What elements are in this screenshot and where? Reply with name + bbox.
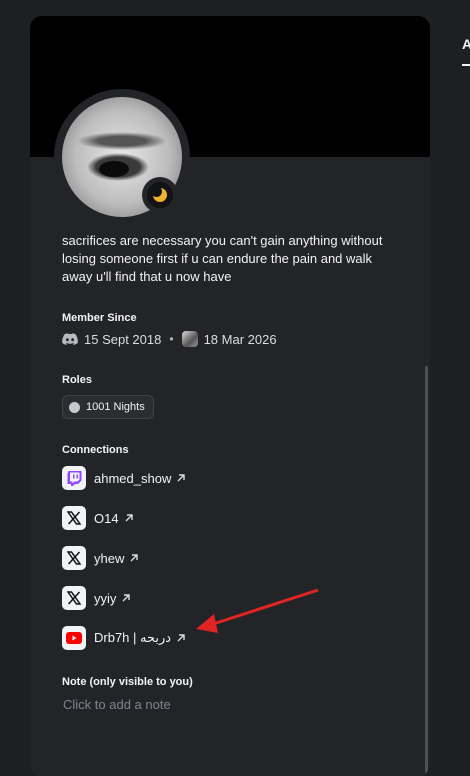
x-icon — [62, 546, 86, 570]
profile-panel: sacrifices are necessary you can't gain … — [30, 16, 430, 776]
member-since-title: Member Since — [62, 312, 137, 324]
profile-bio: sacrifices are necessary you can't gain … — [62, 233, 383, 284]
note-input[interactable]: Click to add a note — [63, 697, 171, 712]
side-tab[interactable]: A — [462, 36, 470, 52]
external-link-icon — [175, 472, 187, 484]
external-link-icon — [123, 512, 135, 524]
connection-x[interactable]: O14 — [62, 506, 135, 530]
x-icon — [62, 586, 86, 610]
twitch-icon — [62, 466, 86, 490]
member-since-row: 15 Sept 2018 • 18 Mar 2026 — [62, 331, 277, 347]
server-icon — [181, 331, 198, 347]
server-member-date: 18 Mar 2026 — [203, 331, 277, 347]
connection-name: ahmed_show — [94, 470, 172, 486]
separator-dot: • — [169, 332, 174, 346]
external-link-icon — [120, 592, 132, 604]
role-chip[interactable]: 1001 Nights — [62, 395, 154, 419]
x-icon — [62, 506, 86, 530]
role-color-dot — [69, 401, 80, 413]
avatar-ring — [54, 89, 190, 225]
status-indicator — [142, 177, 178, 213]
connection-x[interactable]: yhew — [62, 546, 140, 570]
side-tab-underline — [462, 64, 470, 66]
connection-name: yhew — [94, 550, 125, 566]
note-title: Note (only visible to you) — [62, 676, 193, 688]
connections-title: Connections — [62, 444, 129, 456]
idle-moon-icon — [151, 186, 167, 202]
roles-title: Roles — [62, 374, 92, 386]
connection-name: Drb7h | دربحه — [94, 630, 172, 645]
youtube-icon — [62, 626, 86, 650]
discord-member-date: 15 Sept 2018 — [84, 331, 162, 347]
connection-name: yyiy — [94, 590, 117, 606]
external-link-icon — [128, 552, 140, 564]
scrollbar[interactable] — [425, 366, 428, 776]
connection-twitch[interactable]: ahmed_show — [62, 466, 187, 490]
connection-x[interactable]: yyiy — [62, 586, 132, 610]
connection-name: O14 — [94, 510, 119, 526]
discord-icon — [62, 332, 78, 345]
external-link-icon — [175, 632, 187, 644]
connection-youtube[interactable]: Drb7h | دربحه — [62, 626, 187, 650]
role-label: 1001 Nights — [86, 401, 145, 413]
